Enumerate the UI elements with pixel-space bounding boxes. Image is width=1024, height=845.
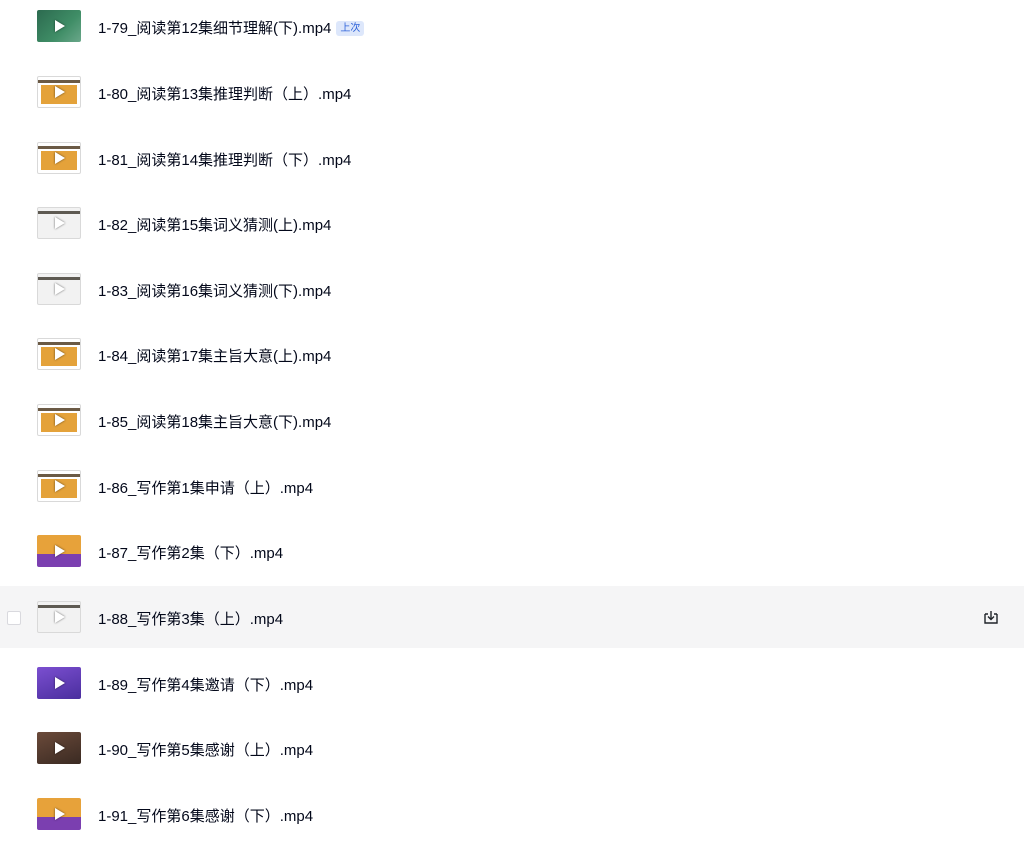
file-name[interactable]: 1-83_阅读第16集词义猜测(下).mp4	[98, 280, 331, 301]
play-icon	[55, 283, 65, 295]
file-row[interactable]: 1-89_写作第4集邀请（下）.mp4	[0, 652, 1024, 714]
play-icon	[55, 742, 65, 754]
file-row-hovered[interactable]: 1-88_写作第3集（上）.mp4	[0, 586, 1024, 648]
video-thumbnail[interactable]	[37, 338, 81, 370]
last-watched-badge: 上次	[336, 21, 365, 36]
video-thumbnail[interactable]	[37, 10, 81, 42]
video-thumbnail[interactable]	[37, 667, 81, 699]
file-row[interactable]: 1-84_阅读第17集主旨大意(上).mp4	[0, 323, 1024, 385]
video-thumbnail[interactable]	[37, 404, 81, 436]
file-name[interactable]: 1-81_阅读第14集推理判断（下）.mp4	[98, 149, 351, 170]
file-name[interactable]: 1-80_阅读第13集推理判断（上）.mp4	[98, 83, 351, 104]
file-row[interactable]: 1-79_阅读第12集细节理解(下).mp4 上次	[0, 0, 1024, 57]
play-icon	[55, 86, 65, 98]
file-name[interactable]: 1-89_写作第4集邀请（下）.mp4	[98, 674, 313, 695]
video-thumbnail[interactable]	[37, 601, 81, 633]
file-row[interactable]: 1-90_写作第5集感谢（上）.mp4	[0, 717, 1024, 779]
video-thumbnail[interactable]	[37, 142, 81, 174]
file-name[interactable]: 1-86_写作第1集申请（上）.mp4	[98, 477, 313, 498]
file-name[interactable]: 1-90_写作第5集感谢（上）.mp4	[98, 739, 313, 760]
file-row[interactable]: 1-83_阅读第16集词义猜测(下).mp4	[0, 258, 1024, 320]
file-row[interactable]: 1-81_阅读第14集推理判断（下）.mp4	[0, 127, 1024, 189]
file-list: 1-79_阅读第12集细节理解(下).mp4 上次 1-80_阅读第13集推理判断…	[0, 0, 1024, 830]
file-name[interactable]: 1-84_阅读第17集主旨大意(上).mp4	[98, 345, 331, 366]
file-name[interactable]: 1-82_阅读第15集词义猜测(上).mp4	[98, 214, 331, 235]
file-row[interactable]: 1-82_阅读第15集词义猜测(上).mp4	[0, 192, 1024, 254]
select-checkbox[interactable]	[7, 611, 21, 625]
play-icon	[55, 545, 65, 557]
file-row[interactable]: 1-85_阅读第18集主旨大意(下).mp4	[0, 389, 1024, 451]
video-thumbnail[interactable]	[37, 798, 81, 830]
file-row[interactable]: 1-87_写作第2集（下）.mp4	[0, 520, 1024, 582]
play-icon	[55, 217, 65, 229]
play-icon	[55, 480, 65, 492]
file-name[interactable]: 1-88_写作第3集（上）.mp4	[98, 608, 283, 629]
video-thumbnail[interactable]	[37, 273, 81, 305]
download-icon[interactable]	[982, 608, 1000, 626]
play-icon	[55, 20, 65, 32]
file-row[interactable]: 1-86_写作第1集申请（上）.mp4	[0, 455, 1024, 517]
video-thumbnail[interactable]	[37, 732, 81, 764]
file-name[interactable]: 1-79_阅读第12集细节理解(下).mp4 上次	[98, 17, 365, 38]
play-icon	[55, 152, 65, 164]
video-thumbnail[interactable]	[37, 535, 81, 567]
video-thumbnail[interactable]	[37, 76, 81, 108]
video-thumbnail[interactable]	[37, 207, 81, 239]
file-name[interactable]: 1-87_写作第2集（下）.mp4	[98, 542, 283, 563]
play-icon	[55, 348, 65, 360]
play-icon	[55, 677, 65, 689]
video-thumbnail[interactable]	[37, 470, 81, 502]
file-row[interactable]: 1-80_阅读第13集推理判断（上）.mp4	[0, 61, 1024, 123]
file-name[interactable]: 1-91_写作第6集感谢（下）.mp4	[98, 805, 313, 826]
file-name[interactable]: 1-85_阅读第18集主旨大意(下).mp4	[98, 411, 331, 432]
play-icon	[55, 808, 65, 820]
play-icon	[55, 611, 65, 623]
play-icon	[55, 414, 65, 426]
file-row[interactable]: 1-91_写作第6集感谢（下）.mp4	[0, 783, 1024, 845]
